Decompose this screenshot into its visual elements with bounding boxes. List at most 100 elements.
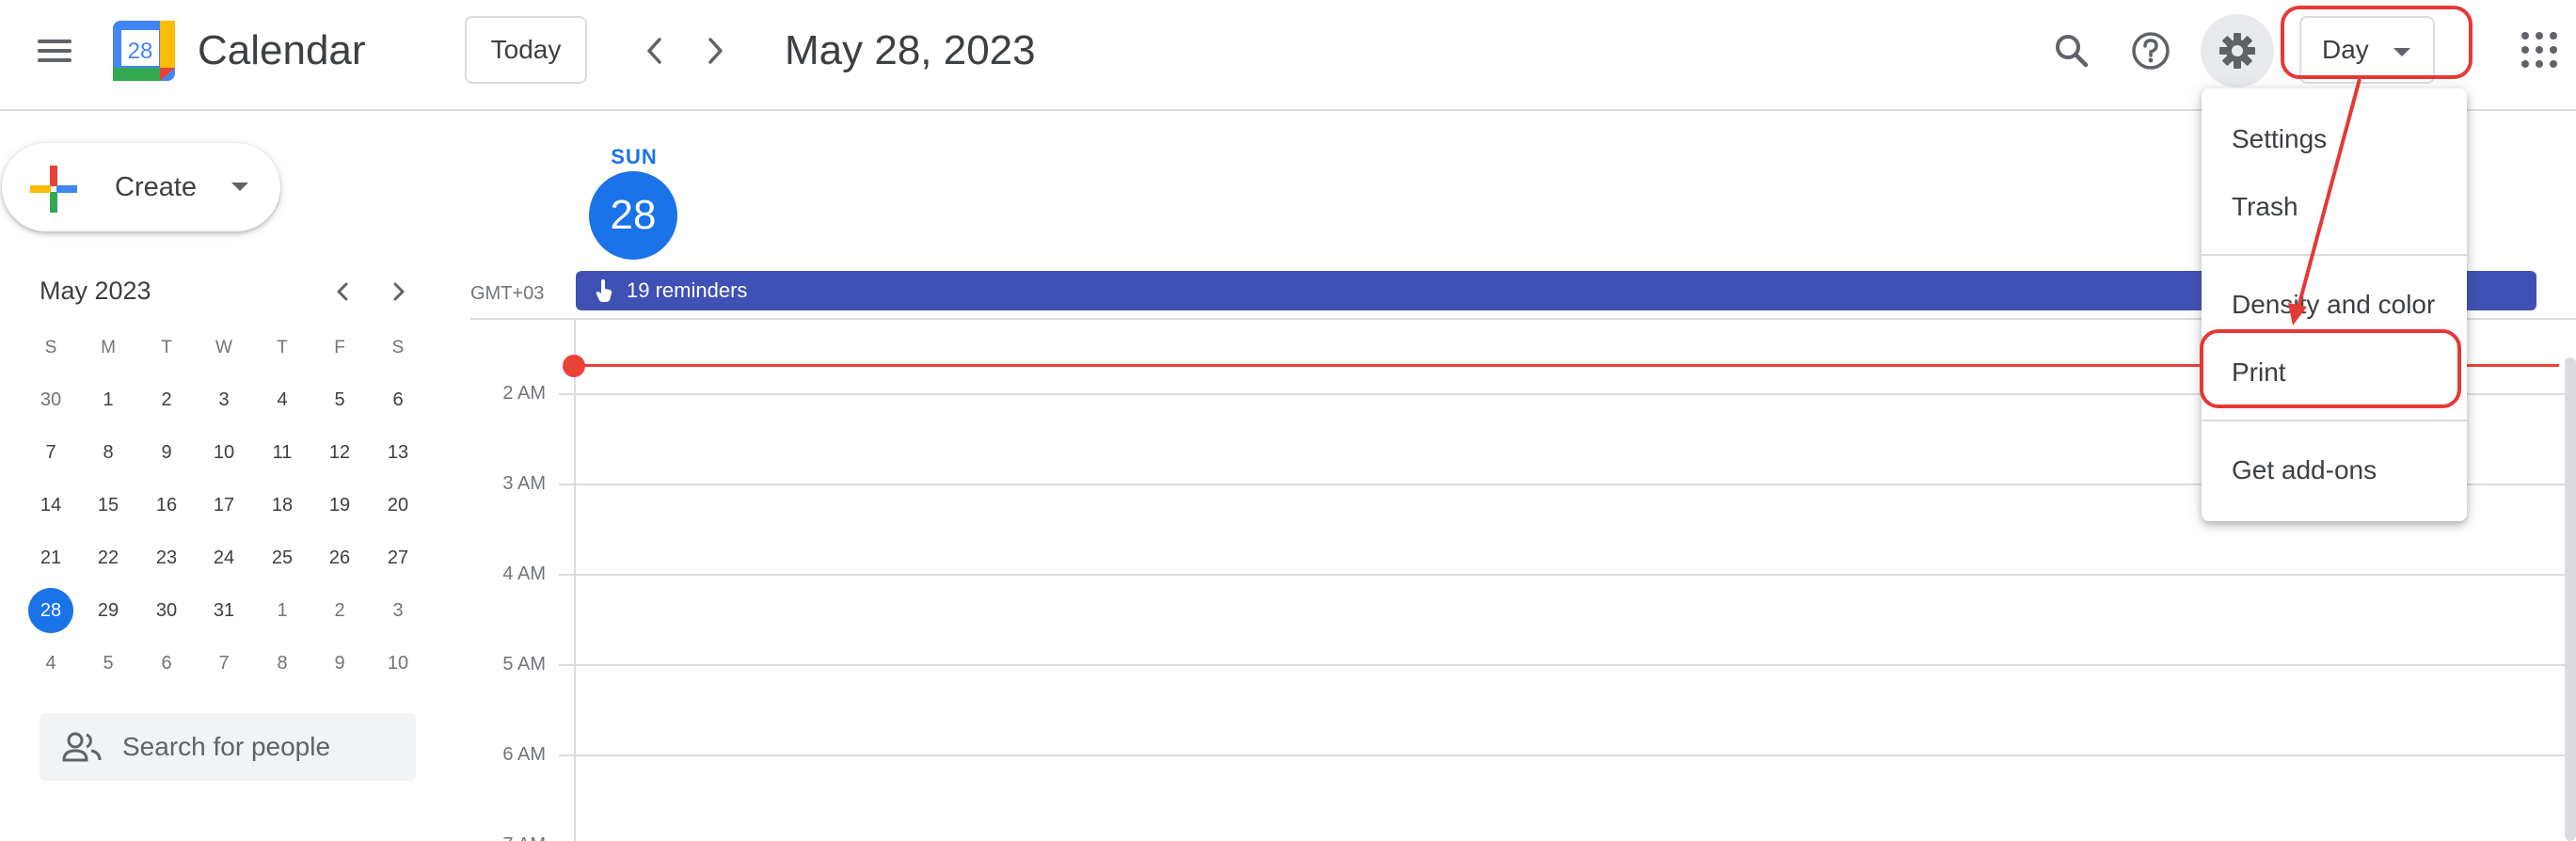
mini-calendar-day[interactable]: 2 [144, 377, 189, 422]
mini-calendar-day[interactable]: 26 [317, 535, 362, 580]
apps-icon[interactable] [2521, 32, 2557, 68]
hour-gridline [559, 574, 2576, 576]
chevron-right-icon [708, 38, 723, 64]
chevron-right-icon [393, 282, 405, 301]
mini-calendar-day[interactable]: 30 [28, 377, 73, 422]
menu-item-settings[interactable]: Settings [2202, 111, 2467, 167]
mini-calendar-day[interactable]: 17 [201, 483, 246, 528]
hour-label: 4 AM [502, 563, 546, 584]
mini-calendar-day[interactable]: 5 [86, 641, 131, 686]
mini-calendar-day[interactable]: 1 [86, 377, 131, 422]
hour-label: 6 AM [502, 744, 546, 765]
mini-calendar-prev-button[interactable] [326, 275, 359, 309]
day-number-button[interactable]: 28 [589, 171, 677, 260]
mini-calendar-day[interactable]: 6 [144, 641, 189, 686]
create-button-label: Create [115, 172, 198, 202]
mini-calendar-day[interactable]: 31 [201, 588, 246, 633]
settings-dropdown-menu: Settings Trash Density and color Print G… [2202, 88, 2467, 521]
caret-down-icon[interactable] [231, 182, 248, 191]
mini-calendar-day[interactable]: 28 [28, 588, 73, 633]
annotation-highlight-view-selector [2281, 6, 2473, 79]
mini-calendar-day[interactable]: 19 [317, 483, 362, 528]
menu-item-get-add-ons[interactable]: Get add-ons [2202, 442, 2467, 499]
mini-calendar-day[interactable]: 6 [375, 377, 421, 422]
logo-number: 28 [128, 39, 153, 64]
scrollbar[interactable] [2565, 357, 2576, 841]
menu-item-trash[interactable]: Trash [2202, 179, 2467, 235]
top-app-bar: 28 Calendar Today May 28, 2023 Day [0, 0, 2576, 111]
day-of-week-label: SUN [611, 145, 658, 168]
calendar-logo[interactable]: 28 [113, 21, 175, 81]
today-button[interactable]: Today [465, 16, 587, 84]
mini-calendar-day[interactable]: 29 [86, 588, 131, 633]
mini-calendar-day[interactable]: 9 [144, 430, 189, 475]
hour-label: 7 AM [470, 833, 546, 841]
hour-label: 2 AM [502, 383, 546, 404]
hour-label: 3 AM [502, 473, 546, 494]
mini-calendar-day[interactable]: 7 [28, 430, 73, 475]
mini-calendar-day[interactable]: 12 [317, 430, 362, 475]
mini-calendar-day[interactable]: 4 [28, 641, 73, 686]
create-button[interactable]: Create [2, 143, 280, 231]
mini-calendar-day[interactable]: 14 [28, 483, 73, 528]
mini-calendar-day[interactable]: 30 [144, 588, 189, 633]
gear-icon [2219, 33, 2255, 69]
mini-calendar-day[interactable]: 3 [201, 377, 246, 422]
mini-calendar-day[interactable]: 1 [260, 588, 305, 633]
current-date-title: May 28, 2023 [785, 27, 1036, 73]
chevron-left-icon [647, 38, 661, 64]
mini-calendar-weekday: T [277, 338, 288, 357]
mini-calendar-day[interactable]: 21 [28, 535, 73, 580]
mini-calendar-day[interactable]: 23 [144, 535, 189, 580]
mini-calendar-day[interactable]: 10 [201, 430, 246, 475]
mini-calendar-weekday: F [334, 338, 345, 357]
settings-menu-button[interactable] [2201, 14, 2274, 87]
mini-calendar-day[interactable]: 18 [260, 483, 305, 528]
menu-item-density-and-color[interactable]: Density and color [2202, 277, 2467, 333]
mini-calendar-day[interactable]: 25 [260, 535, 305, 580]
timezone-label: GMT+03 [470, 283, 545, 304]
mini-calendar-day[interactable]: 4 [260, 377, 305, 422]
mini-calendar-day[interactable]: 2 [317, 588, 362, 633]
plus-icon [30, 166, 77, 213]
mini-calendar-next-button[interactable] [382, 275, 416, 309]
next-day-button[interactable] [694, 30, 736, 71]
mini-calendar-day[interactable]: 13 [375, 430, 421, 475]
people-icon [62, 732, 102, 762]
mini-calendar-day[interactable]: 27 [375, 535, 421, 580]
hour-gridline [559, 664, 2576, 666]
reminder-hand-icon [596, 279, 612, 302]
mini-calendar-day[interactable]: 20 [375, 483, 421, 528]
annotation-highlight-print [2200, 329, 2461, 408]
menu-divider [2202, 254, 2467, 256]
mini-calendar-day[interactable]: 10 [375, 641, 421, 686]
search-icon [2056, 35, 2089, 68]
search-people-input[interactable] [122, 726, 395, 768]
search-button[interactable] [2043, 23, 2100, 79]
mini-calendar-day[interactable]: 7 [201, 641, 246, 686]
mini-calendar-day[interactable]: 8 [86, 430, 131, 475]
mini-calendar-day[interactable]: 3 [375, 588, 421, 633]
chevron-left-icon [337, 282, 348, 301]
reminders-label: 19 reminders [627, 278, 748, 302]
mini-calendar-day[interactable]: 16 [144, 483, 189, 528]
mini-calendar-weekday: T [161, 338, 172, 357]
mini-calendar-day[interactable]: 22 [86, 535, 131, 580]
help-button[interactable] [2123, 23, 2179, 79]
hour-label: 5 AM [502, 654, 546, 674]
people-search[interactable] [40, 713, 416, 781]
app-title: Calendar [198, 27, 366, 73]
mini-calendar-weekday: M [101, 338, 116, 357]
mini-calendar-day[interactable]: 8 [260, 641, 305, 686]
menu-divider [2202, 420, 2467, 421]
hour-gridline [559, 754, 2576, 756]
mini-calendar-day[interactable]: 5 [317, 377, 362, 422]
mini-calendar-day[interactable]: 11 [260, 430, 305, 475]
mini-calendar-day[interactable]: 9 [317, 641, 362, 686]
previous-day-button[interactable] [634, 30, 676, 71]
mini-calendar-day[interactable]: 24 [201, 535, 246, 580]
menu-icon[interactable] [34, 34, 75, 68]
mini-calendar-day[interactable]: 15 [86, 483, 131, 528]
help-icon [2132, 32, 2170, 70]
mini-calendar-weekday: W [215, 338, 232, 357]
